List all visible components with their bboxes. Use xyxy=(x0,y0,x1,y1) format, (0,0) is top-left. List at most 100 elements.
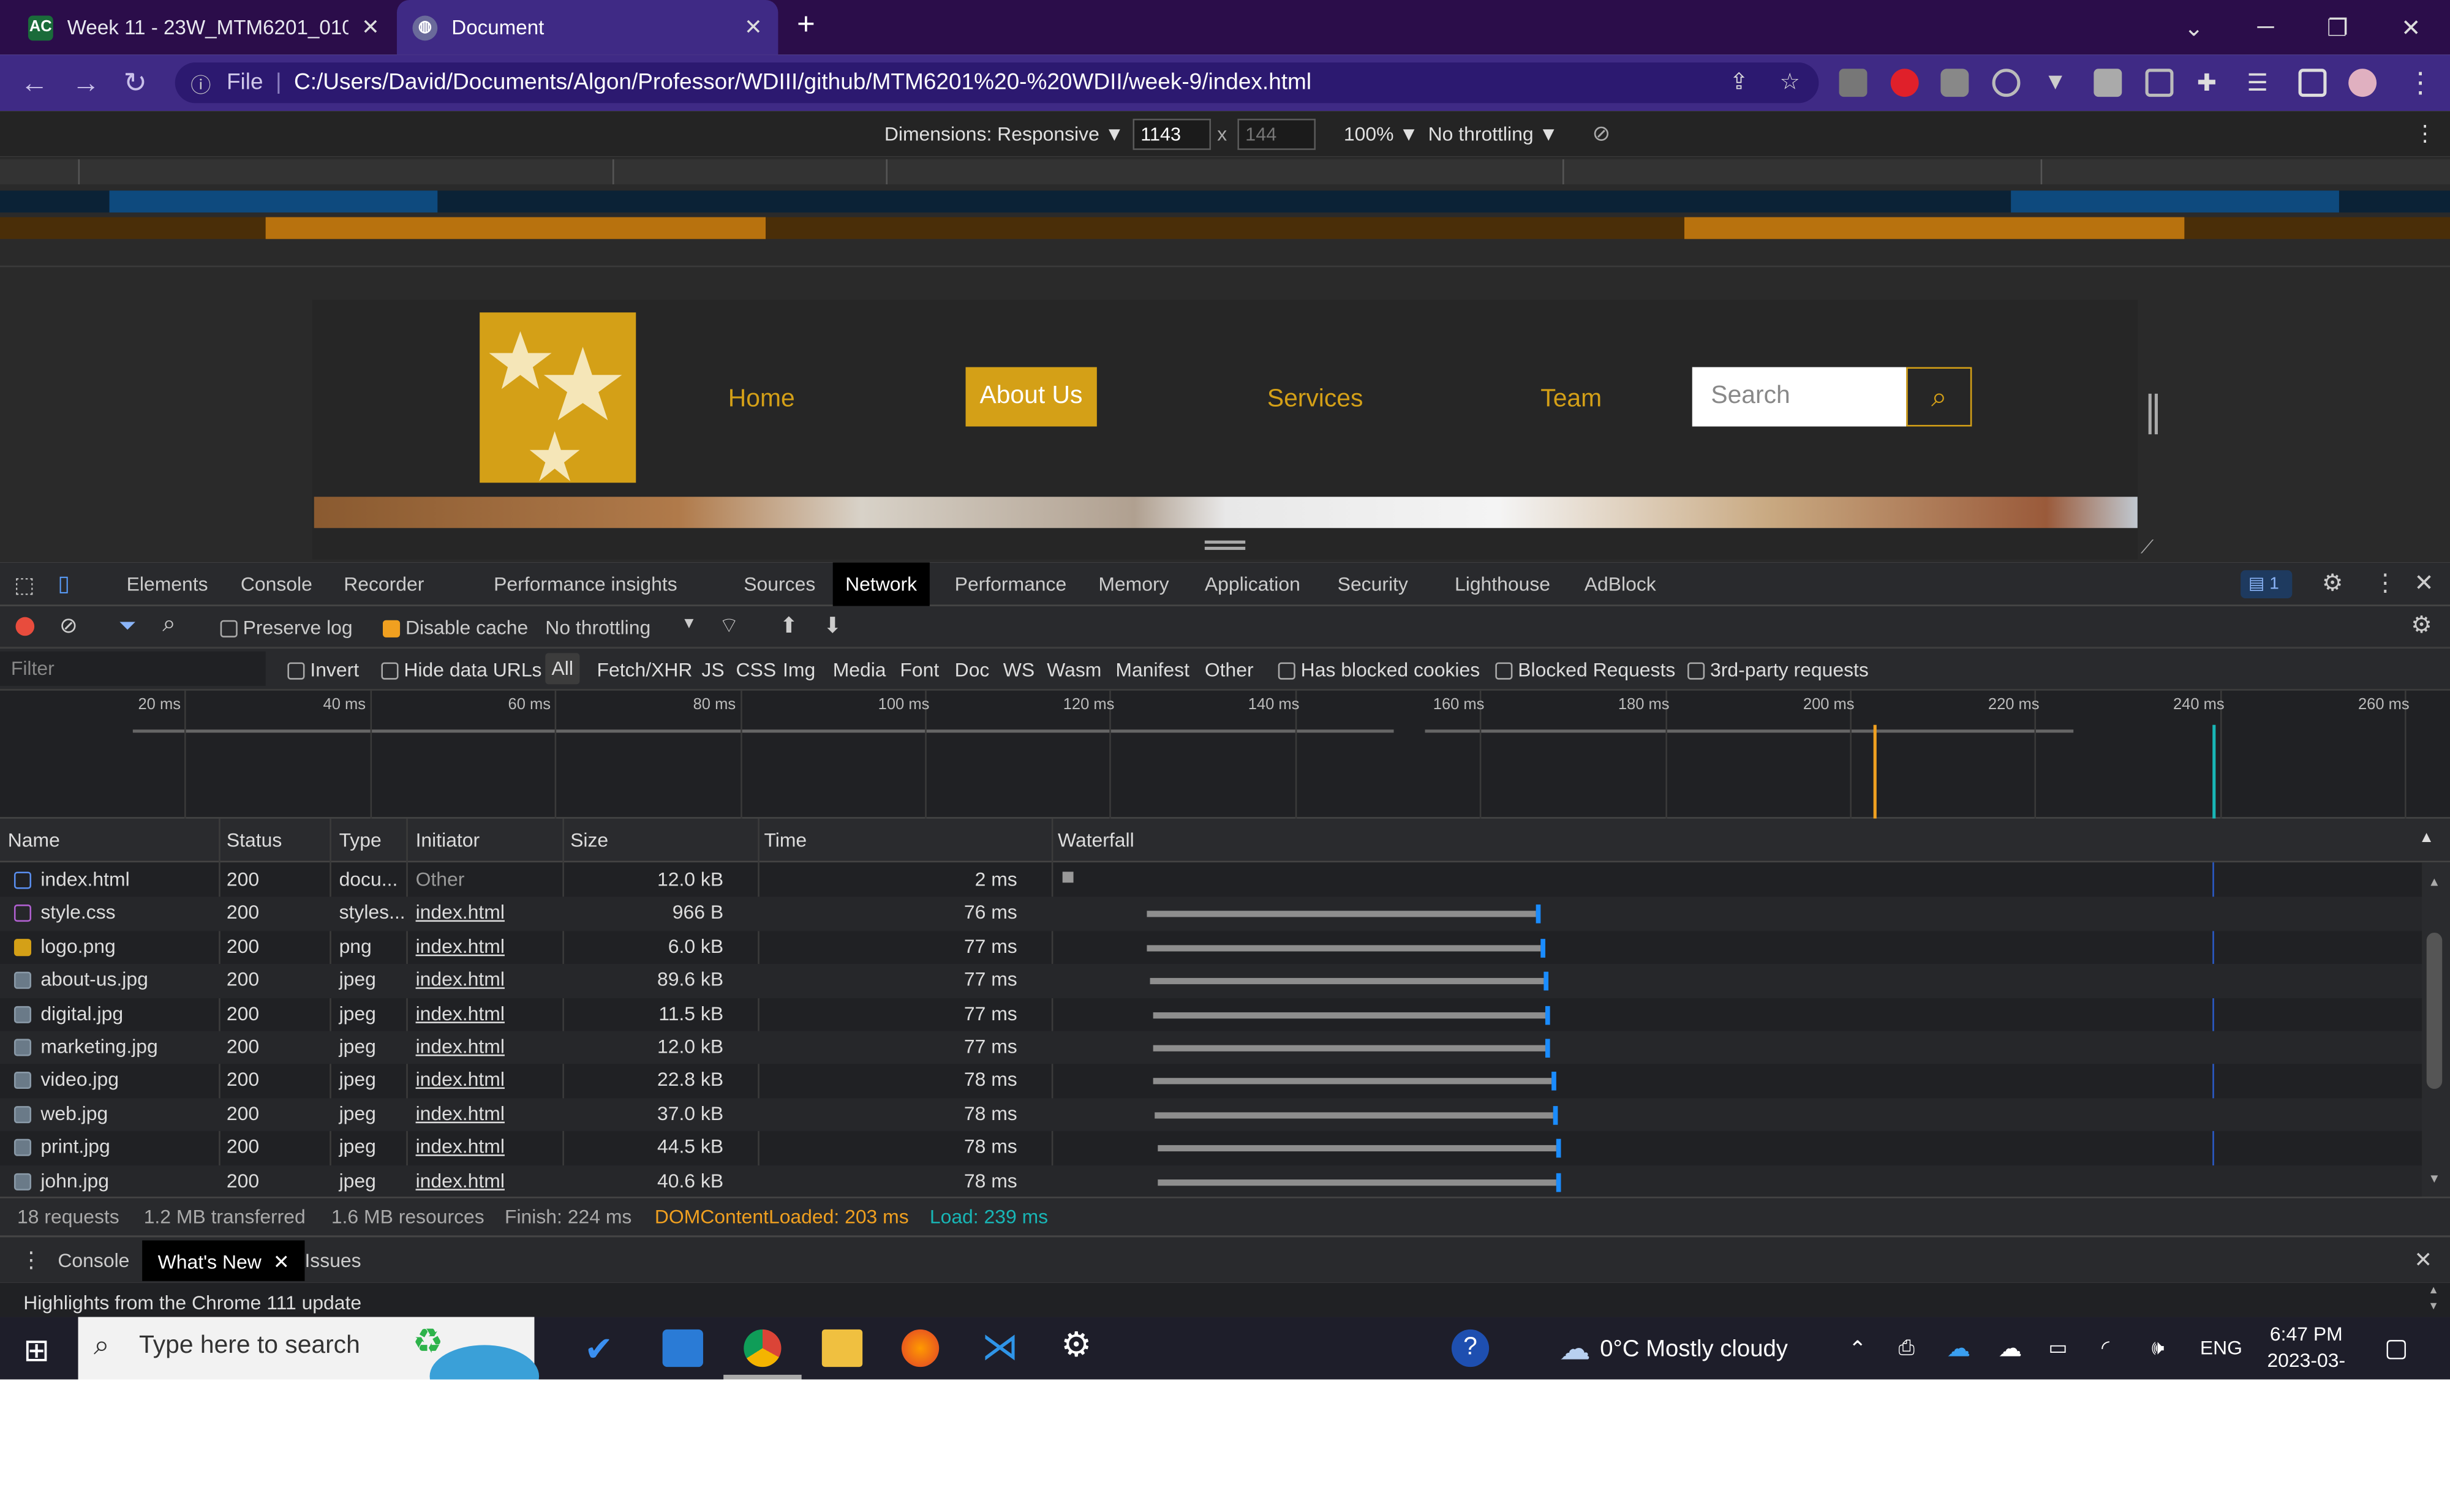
browser-tab-document[interactable]: ◍ Document ✕ xyxy=(396,0,778,55)
device-toggle-icon[interactable]: ▯ xyxy=(58,570,70,596)
logo[interactable] xyxy=(480,312,636,483)
table-row[interactable]: logo.png 200 png index.html 6.0 kB 77 ms xyxy=(0,931,2422,965)
devtools-menu-icon[interactable]: ⋮ xyxy=(2373,569,2397,596)
tab-console[interactable]: Console xyxy=(228,562,325,606)
column-size[interactable]: Size xyxy=(570,830,608,852)
invert-checkbox[interactable] xyxy=(287,663,305,680)
column-waterfall[interactable]: Waterfall xyxy=(1058,830,1134,852)
network-conditions-icon[interactable]: ⌔ xyxy=(718,612,739,641)
settings-app-icon[interactable]: ⚙ xyxy=(1061,1325,1101,1364)
request-initiator[interactable]: index.html xyxy=(416,969,505,991)
clear-icon[interactable]: ⊘ xyxy=(59,612,78,639)
request-initiator[interactable]: index.html xyxy=(416,1036,505,1058)
filter-css[interactable]: CSS xyxy=(736,660,777,682)
drawer-close-icon[interactable]: ✕ xyxy=(2414,1247,2432,1273)
wifi-icon[interactable]: ◜ xyxy=(2101,1317,2109,1380)
table-row[interactable]: john.jpg 200 jpeg index.html 40.6 kB 78 ms xyxy=(0,1165,2422,1198)
site-search-input[interactable]: Search xyxy=(1692,367,1907,427)
search-network-icon[interactable]: ⌕ xyxy=(162,611,175,637)
table-scrollbar[interactable]: ▲ ▼ xyxy=(2422,862,2450,1197)
table-row[interactable]: about-us.jpg 200 jpeg index.html 89.6 kB 77 m… xyxy=(0,964,2422,998)
waterfall-bar[interactable] xyxy=(1155,1111,1554,1119)
profile-avatar[interactable] xyxy=(2348,69,2377,97)
network-settings-gear-icon[interactable]: ⚙ xyxy=(2411,611,2432,639)
drawer-scroll-arrows[interactable]: ▲ ▼ xyxy=(2428,1284,2439,1315)
waterfall-bar[interactable] xyxy=(1152,1045,1546,1051)
drawer-tab-issues[interactable]: Issues xyxy=(304,1250,361,1272)
inspect-element-icon[interactable]: ⬚ xyxy=(14,572,35,598)
waterfall-bar[interactable] xyxy=(1147,911,1536,918)
info-icon[interactable]: ⓘ xyxy=(190,68,211,97)
filter-input[interactable]: Filter xyxy=(0,651,266,686)
viewport-width-input[interactable]: 1143 xyxy=(1133,118,1212,150)
blocked-requests-checkbox[interactable] xyxy=(1495,663,1513,680)
throttle-select[interactable]: No throttling xyxy=(545,617,650,639)
has-blocked-cookies-checkbox[interactable] xyxy=(1278,663,1295,680)
tab-elements[interactable]: Elements xyxy=(114,562,221,606)
viewport-height-handle[interactable] xyxy=(1204,540,1246,550)
media-query-bar-orange[interactable] xyxy=(0,217,2450,239)
request-initiator[interactable]: index.html xyxy=(416,902,505,924)
tab-performance[interactable]: Performance xyxy=(942,562,1079,606)
column-status[interactable]: Status xyxy=(227,830,282,852)
todo-app-icon[interactable]: ✔ xyxy=(584,1330,625,1369)
tab-search-chevron-icon[interactable]: ⌄ xyxy=(2158,0,2230,55)
tab-sources[interactable]: Sources xyxy=(731,562,828,606)
adblock-extension-icon[interactable] xyxy=(1890,69,1919,97)
filter-media[interactable]: Media xyxy=(833,660,886,682)
table-row[interactable]: style.css 200 styles... index.html 966 B 76 m… xyxy=(0,897,2422,931)
close-tab-icon[interactable]: ✕ xyxy=(744,14,763,40)
tab-lighthouse[interactable]: Lighthouse xyxy=(1442,562,1563,606)
waterfall-bar[interactable] xyxy=(1157,1145,1556,1152)
mail-app-icon[interactable] xyxy=(662,1329,703,1367)
close-tab-icon[interactable]: ✕ xyxy=(361,14,380,40)
help-icon[interactable]: ? xyxy=(1451,1329,1490,1367)
table-row[interactable]: index.html 200 docu... Other 12.0 kB 2 ms xyxy=(0,864,2422,898)
waterfall-bar[interactable] xyxy=(1152,1012,1546,1018)
filter-wasm[interactable]: Wasm xyxy=(1047,660,1101,682)
vue-devtools-icon[interactable]: ▼ xyxy=(2044,69,2072,97)
settings-gear-icon[interactable]: ⚙ xyxy=(2322,569,2343,596)
media-query-bar-blue[interactable] xyxy=(0,190,2450,213)
chrome-app-icon[interactable] xyxy=(744,1329,782,1367)
firefox-app-icon[interactable] xyxy=(901,1329,940,1367)
media-query-ruler[interactable] xyxy=(0,159,2450,185)
notifications-icon[interactable]: ▢ xyxy=(2384,1317,2408,1380)
language-indicator[interactable]: ENG xyxy=(2200,1317,2242,1380)
file-explorer-icon[interactable] xyxy=(821,1329,863,1367)
column-type[interactable]: Type xyxy=(339,830,382,852)
rotate-icon[interactable]: ⊘ xyxy=(1592,120,1610,146)
filter-icon[interactable]: ⏷ xyxy=(119,612,137,639)
restore-button[interactable]: ❐ xyxy=(2302,0,2373,55)
taskbar-search[interactable]: ⌕ Type here to search ♻ xyxy=(78,1317,540,1408)
drawer-menu-icon[interactable]: ⋮ xyxy=(20,1247,42,1273)
reload-icon[interactable]: ↻ xyxy=(124,67,148,100)
share-icon[interactable]: ⇪ xyxy=(1730,70,1749,96)
devtools-close-icon[interactable]: ✕ xyxy=(2414,569,2433,596)
meet-now-icon[interactable]: ⎙ xyxy=(1898,1317,1915,1380)
tab-network[interactable]: Network xyxy=(832,562,930,606)
third-party-checkbox[interactable] xyxy=(1687,663,1705,680)
weather-widget[interactable]: ☁ 0°C Mostly cloudy xyxy=(1559,1317,1788,1380)
zoom-dropdown[interactable]: 100% ▼ xyxy=(1344,124,1419,146)
react-devtools-icon[interactable] xyxy=(1992,69,2021,97)
waterfall-bar[interactable] xyxy=(1062,871,1074,883)
tab-application[interactable]: Application xyxy=(1192,562,1313,606)
waterfall-bar[interactable] xyxy=(1157,1178,1556,1186)
request-initiator[interactable]: index.html xyxy=(416,1069,505,1091)
chevron-down-icon[interactable]: ▼ xyxy=(681,615,696,633)
pdf-extension-icon[interactable] xyxy=(1839,69,1868,97)
filter-manifest[interactable]: Manifest xyxy=(1115,660,1189,682)
nav-about-us[interactable]: About Us xyxy=(965,367,1097,427)
column-time[interactable]: Time xyxy=(764,830,807,852)
filter-fetch-xhr[interactable]: Fetch/XHR xyxy=(597,660,692,682)
table-row[interactable]: web.jpg 200 jpeg index.html 37.0 kB 78 ms xyxy=(0,1097,2422,1132)
viewport-width-handle[interactable] xyxy=(2148,393,2158,435)
device-toolbar-menu-icon[interactable]: ⋮ xyxy=(2414,120,2436,146)
address-bar[interactable]: ⓘ File | C:/Users/David/Documents/Algon/… xyxy=(175,62,1819,103)
search-icon[interactable]: ⌕ xyxy=(1906,367,1972,427)
media-queue-icon[interactable]: ☰ xyxy=(2247,69,2275,97)
drawer-tab-console[interactable]: Console xyxy=(58,1250,129,1272)
filter-ws[interactable]: WS xyxy=(1003,660,1035,682)
battery-icon[interactable]: ▭ xyxy=(2048,1317,2067,1380)
